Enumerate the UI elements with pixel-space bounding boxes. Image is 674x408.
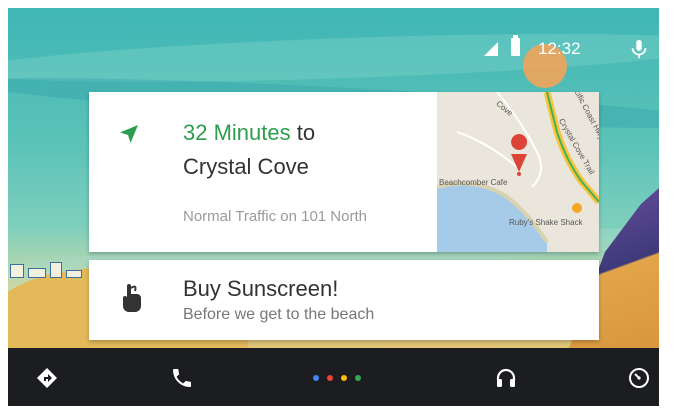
status-bar: 12:32 [8, 8, 659, 60]
beach-town-illustration [8, 248, 88, 278]
traffic-status: Normal Traffic on 101 North [183, 208, 367, 225]
navigation-icon[interactable] [35, 366, 59, 390]
bottom-navigation-bar [8, 348, 659, 406]
signal-icon [484, 42, 498, 56]
eta-minutes: 32 Minutes [183, 120, 291, 145]
map-thumbnail[interactable]: Beachcomber Cafe Ruby's Shake Shack Cove… [437, 92, 599, 252]
headphones-icon[interactable] [494, 366, 518, 390]
map-label-shack: Ruby's Shake Shack [509, 218, 583, 227]
reminder-subtitle: Before we get to the beach [183, 306, 375, 323]
android-auto-screen: 12:32 32 Minutes to Crystal Cove Normal … [8, 8, 659, 406]
map-label-cafe: Beachcomber Cafe [439, 178, 508, 187]
reminder-finger-icon [123, 284, 141, 312]
clock: 12:32 [538, 39, 581, 58]
navigation-details: 32 Minutes to Crystal Cove Normal Traffi… [89, 92, 437, 252]
battery-icon [511, 35, 520, 56]
navigation-card[interactable]: 32 Minutes to Crystal Cove Normal Traffi… [89, 92, 599, 252]
map-drawing [437, 92, 599, 252]
eta-text: 32 Minutes to [183, 120, 315, 146]
microphone-icon[interactable] [628, 38, 650, 60]
destination-name: Crystal Cove [183, 154, 309, 179]
dot-green [355, 375, 361, 381]
reminder-card[interactable]: Buy Sunscreen! Before we get to the beac… [89, 260, 599, 340]
dot-yellow [341, 375, 347, 381]
reminder-title: Buy Sunscreen! [183, 276, 339, 301]
dot-red [327, 375, 333, 381]
home-dots[interactable] [313, 375, 373, 383]
navigation-arrow-icon [120, 125, 138, 143]
speedometer-icon[interactable] [627, 366, 651, 390]
eta-connector: to [290, 120, 316, 145]
phone-icon[interactable] [170, 366, 194, 390]
dot-blue [313, 375, 319, 381]
